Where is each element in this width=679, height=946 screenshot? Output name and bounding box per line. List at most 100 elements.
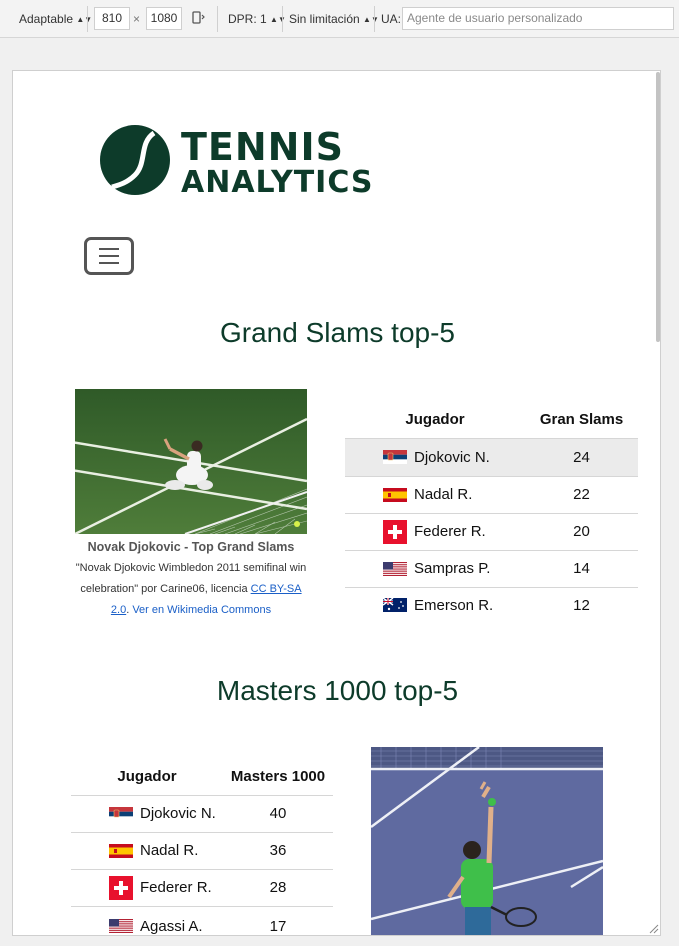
vertical-scrollbar[interactable] [656, 72, 660, 342]
serbia-flag-icon [109, 806, 133, 821]
player-wrap: Djokovic N. [383, 449, 525, 466]
switzerland-flag-icon [109, 875, 133, 900]
player-name: Federer R. [414, 523, 486, 540]
player-cell: Sampras P. [345, 549, 525, 587]
throttle-label: Sin limitación [289, 12, 360, 26]
height-input[interactable]: 1080 [146, 7, 182, 30]
divider [87, 6, 88, 32]
devtools-toolbar: Adaptable ▲▼ 810 × 1080 DPR: 1 ▲▼ Sin li… [0, 0, 679, 38]
masters-table: Jugador Masters 1000 Djokovic N. 40 Nadal … [71, 759, 333, 935]
usa-flag-icon [109, 919, 133, 934]
value-cell: 14 [525, 549, 638, 587]
value-cell: 24 [525, 437, 638, 476]
menu-toggle-button[interactable] [84, 237, 134, 275]
dpr-label: DPR: 1 [228, 12, 267, 26]
column-header-player: Jugador [405, 411, 465, 429]
player-cell: Djokovic N. [71, 794, 223, 832]
player-wrap: Nadal R. [109, 842, 223, 859]
djokovic-wimbledon-photo[interactable] [75, 389, 307, 534]
player-wrap: Agassi A. [109, 918, 223, 935]
player-name: Sampras P. [414, 560, 491, 577]
player-cell: Federer R. [345, 512, 525, 550]
device-mode-label: Adaptable [19, 12, 74, 26]
player-wrap: Nadal R. [383, 486, 525, 503]
grand-slams-table: Jugador Gran Slams Djokovic N. 24 Nadal R.… [345, 402, 638, 623]
player-cell: Nadal R. [345, 475, 525, 513]
table-row: Djokovic N. 24 [345, 437, 638, 476]
value-cell: 20 [525, 512, 638, 550]
logo-line-1: TENNIS [181, 125, 344, 169]
player-cell: Agassi A. [71, 905, 223, 935]
table-row: Federer R. 20 [345, 512, 638, 550]
table-header-row: Jugador Masters 1000 [71, 759, 333, 795]
device-mode-select[interactable]: Adaptable ▲▼ [19, 8, 92, 30]
value-cell: 40 [223, 794, 333, 832]
burger-line [99, 255, 119, 257]
burger-line [99, 262, 119, 264]
dpr-select[interactable]: DPR: 1 ▲▼ [228, 8, 286, 30]
resize-handle-icon[interactable] [647, 921, 659, 934]
player-cell: Emerson R. [345, 586, 525, 623]
table-row: Nadal R. 36 [71, 831, 333, 869]
australia-flag-icon [382, 597, 407, 613]
serbia-flag-icon [383, 450, 407, 464]
table-row: Emerson R. 12 [345, 586, 638, 623]
brand-logo-text: TENNIS ANALYTICS [181, 127, 374, 199]
player-wrap: Federer R. [109, 875, 223, 900]
table-header-row: Jugador Gran Slams [345, 402, 638, 438]
player-cell: Djokovic N. [345, 437, 525, 476]
caption-text: "Novak Djokovic Wimbledon 2011 semifinal… [71, 558, 311, 621]
table-row: Sampras P. 14 [345, 549, 638, 587]
times-sign: × [133, 12, 141, 26]
value-cell: 17 [223, 905, 333, 935]
table-row: Nadal R. 22 [345, 475, 638, 513]
player-wrap: Emerson R. [382, 596, 525, 614]
rotate-icon[interactable] [190, 8, 206, 30]
logo-line-2: ANALYTICS [181, 165, 374, 200]
page-viewport: TENNIS ANALYTICS Grand Slams top-5 Novak… [12, 70, 661, 936]
player-name: Djokovic N. [414, 448, 490, 466]
user-agent-input[interactable]: Agente de usuario personalizado [402, 7, 674, 30]
usa-flag-icon [383, 561, 407, 576]
caption-title: Novak Djokovic - Top Grand Slams [87, 540, 295, 554]
width-input[interactable]: 810 [94, 7, 130, 30]
player-wrap: Djokovic N. [109, 805, 223, 822]
value-cell: 28 [223, 868, 333, 906]
spain-flag-icon [383, 487, 407, 502]
table-row: Agassi A. 17 [71, 905, 333, 935]
burger-line [99, 248, 119, 250]
player-name: Nadal R. [414, 486, 473, 503]
player-name: Emerson R. [414, 596, 494, 614]
spain-flag-icon [109, 843, 133, 858]
throttle-select[interactable]: Sin limitación ▲▼ [289, 8, 379, 30]
player-wrap: Sampras P. [383, 560, 525, 577]
column-header-value: Masters 1000 [230, 768, 326, 786]
player-name: Agassi A. [140, 917, 203, 935]
grand-slams-title: Grand Slams top-5 [220, 317, 455, 348]
tennis-ball-logo-icon [99, 123, 171, 202]
value-cell: 12 [525, 586, 638, 623]
value-cell: 36 [223, 831, 333, 869]
table-row: Federer R. 28 [71, 868, 333, 906]
divider [374, 6, 375, 32]
select-arrows-icon: ▲▼ [76, 15, 93, 24]
player-name: Djokovic N. [140, 805, 216, 822]
select-arrows-icon: ▲▼ [363, 15, 379, 24]
wikimedia-link[interactable]: Ver en Wikimedia Commons [132, 604, 271, 616]
column-header-player: Jugador [117, 768, 177, 786]
player-name: Federer R. [140, 879, 212, 896]
player-name: Nadal R. [140, 842, 199, 859]
player-wrap: Federer R. [383, 519, 525, 544]
select-arrows-icon: ▲▼ [270, 15, 286, 24]
table-row: Djokovic N. 40 [71, 794, 333, 832]
switzerland-flag-icon [383, 519, 407, 544]
divider [217, 6, 218, 32]
divider [282, 6, 283, 32]
photo-caption: Novak Djokovic - Top Grand Slams "Novak … [71, 537, 311, 621]
column-header-value: Gran Slams [539, 411, 624, 429]
player-cell: Nadal R. [71, 831, 223, 869]
player-cell: Federer R. [71, 868, 223, 906]
masters-title: Masters 1000 top-5 [216, 675, 459, 706]
ua-label: UA: [381, 12, 402, 26]
djokovic-serve-photo[interactable] [371, 747, 603, 935]
